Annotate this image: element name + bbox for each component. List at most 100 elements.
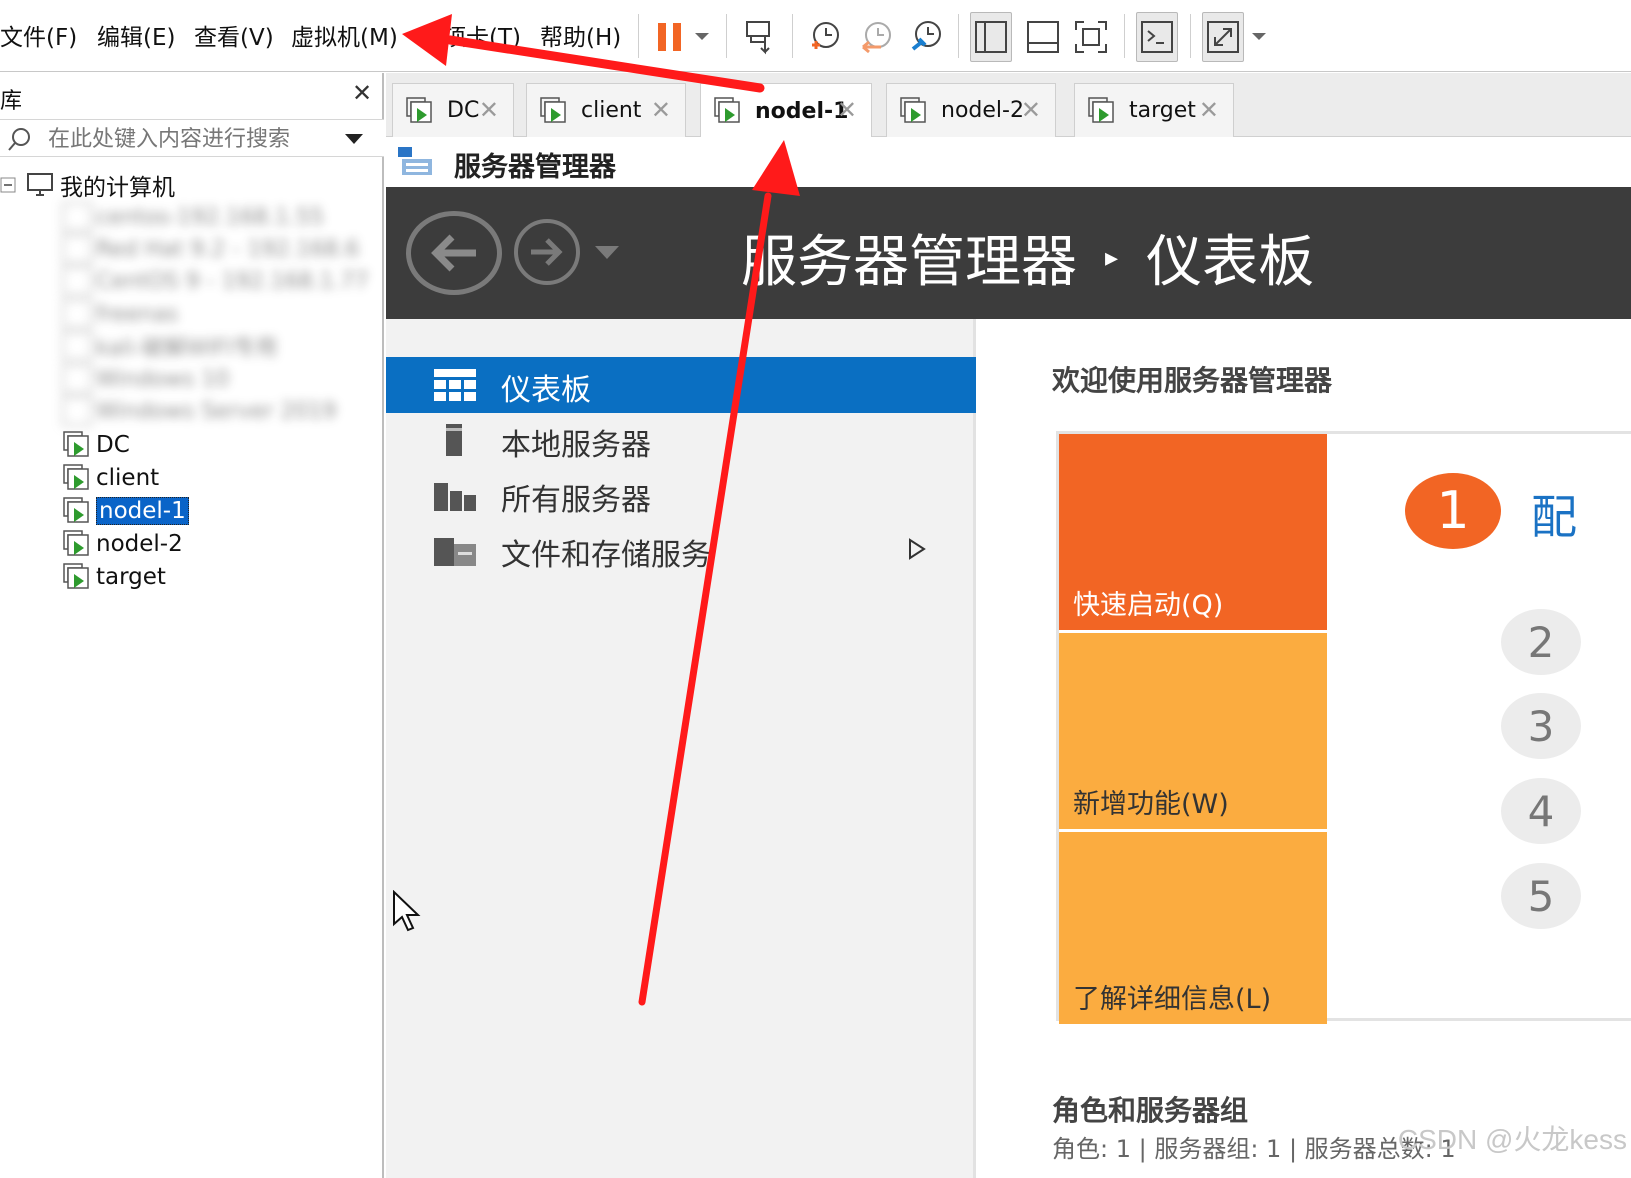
vm-icon	[900, 96, 926, 123]
tile-whats-new[interactable]: 新增功能(W)	[1059, 633, 1327, 829]
vm-icon	[63, 563, 89, 589]
tree-item-blurred[interactable]: Windows Server 2019	[62, 396, 336, 426]
tree-item-client[interactable]: client	[62, 462, 159, 494]
tree-item-blurred[interactable]: CentOS 9 - 192.168.1.77	[62, 266, 369, 296]
search-input[interactable]	[48, 124, 348, 154]
tree-item-blurred[interactable]: Windows 10	[62, 364, 229, 394]
send-ctrl-alt-del-button[interactable]	[738, 12, 782, 62]
view-thumbnail-icon	[1027, 21, 1059, 53]
tree-item-target[interactable]: target	[62, 561, 166, 593]
menu-tabs[interactable]: 选项卡(T)	[420, 18, 521, 52]
tree-item-label: target	[96, 564, 166, 590]
tab-dc[interactable]: DC ✕	[392, 83, 514, 137]
forward-button[interactable]	[514, 219, 580, 285]
menu-view[interactable]: 查看(V)	[194, 18, 274, 52]
step-badge: 3	[1501, 693, 1581, 759]
snapshot-manager-icon	[911, 21, 941, 51]
vm-icon	[63, 497, 89, 523]
stretch-button[interactable]	[1202, 12, 1244, 62]
back-button[interactable]	[406, 211, 502, 295]
heading-page: 仪表板	[1146, 230, 1315, 295]
close-icon[interactable]: ✕	[651, 96, 671, 124]
library-panel: 库 ✕ 我的计算机 centos-192.168.1.55 Red Hat 9.…	[0, 73, 384, 1178]
tree-item-label: DC	[96, 432, 130, 458]
vm-tab-bar: DC ✕ client ✕ nodel-1 ✕ nodel-2 ✕ target…	[386, 73, 1631, 138]
console-icon	[1141, 21, 1173, 53]
tree-item-blurred[interactable]: freenas	[62, 299, 178, 329]
vm-icon	[1088, 96, 1114, 123]
watermark: CSDN @火龙kess	[1397, 1124, 1627, 1155]
window-title: 服务器管理器	[454, 152, 616, 183]
step-badge: 5	[1501, 863, 1581, 929]
collapse-icon[interactable]	[0, 177, 16, 193]
chevron-down-icon[interactable]	[344, 132, 364, 146]
server-manager-icon	[398, 147, 432, 175]
roles-heading: 角色和服务器组	[1052, 1094, 1249, 1127]
tree-item-blurred[interactable]: centos-192.168.1.55	[62, 202, 324, 232]
tab-client[interactable]: client ✕	[526, 83, 686, 137]
nav-file-storage[interactable]: 文件和存储服务	[386, 522, 976, 578]
close-icon[interactable]: ✕	[837, 96, 857, 124]
toolbar-separator	[1124, 14, 1125, 58]
tab-label: target	[1129, 98, 1196, 123]
menu-vm[interactable]: 虚拟机(M)	[291, 18, 398, 52]
arrow-right-icon	[531, 238, 563, 266]
tree-item-blurred[interactable]: Red Hat 9.2 - 192.168.6	[62, 234, 359, 264]
step-1-badge: 1	[1405, 473, 1501, 549]
page-heading: 服务器管理器 ▸ 仪表板	[741, 217, 1314, 298]
tree-item-dc[interactable]: DC	[62, 429, 130, 461]
close-icon[interactable]: ✕	[352, 79, 372, 107]
tree-root[interactable]: 我的计算机	[0, 169, 175, 201]
welcome-heading: 欢迎使用服务器管理器	[1052, 364, 1333, 397]
tab-label: nodel-2	[941, 98, 1024, 123]
menu-help[interactable]: 帮助(H)	[540, 18, 621, 52]
close-icon[interactable]: ✕	[479, 96, 499, 124]
revert-snapshot-button[interactable]	[856, 12, 898, 62]
pause-button[interactable]	[652, 12, 688, 62]
take-snapshot-button[interactable]	[804, 12, 846, 62]
breadcrumb-separator-icon: ▸	[1105, 242, 1119, 273]
tab-nodel-1[interactable]: nodel-1 ✕	[700, 83, 872, 138]
tab-label: client	[581, 98, 642, 123]
tab-target[interactable]: target ✕	[1074, 83, 1234, 137]
snapshot-manager-button[interactable]	[906, 12, 948, 62]
tile-learn-more[interactable]: 了解详细信息(L)	[1059, 832, 1327, 1024]
show-library-button[interactable]	[970, 12, 1012, 62]
toolbar-separator	[1190, 14, 1191, 58]
toolbar-separator	[792, 14, 793, 58]
history-dropdown-icon[interactable]	[594, 245, 620, 261]
servers-icon	[434, 483, 476, 511]
toolbar-separator	[726, 14, 727, 58]
fullscreen-button[interactable]	[1070, 12, 1112, 62]
tree-item-nodel-2[interactable]: nodel-2	[62, 528, 183, 560]
stretch-dropdown[interactable]	[1248, 12, 1270, 62]
power-dropdown[interactable]	[690, 12, 714, 62]
close-icon[interactable]: ✕	[1021, 96, 1041, 124]
nav-local-server[interactable]: 本地服务器	[386, 412, 976, 468]
tree-item-nodel-1[interactable]: nodel-1	[62, 495, 189, 527]
nav-label: 仪表板	[501, 373, 591, 408]
tab-label: DC	[447, 98, 480, 123]
vm-console[interactable]: 服务器管理器 服务器管理器 ▸ 仪表板 仪表板 本地服务器 所有服务器 文件和存…	[386, 137, 1631, 1178]
vm-icon	[406, 96, 432, 123]
dropdown-arrow-icon	[1252, 33, 1266, 40]
chevron-right-icon[interactable]	[908, 538, 926, 560]
step-1-link[interactable]: 配	[1531, 481, 1577, 547]
roles-summary: 角色: 1 | 服务器组: 1 | 服务器总数: 1	[1052, 1135, 1456, 1163]
tree-item-label-selected: nodel-1	[96, 497, 189, 525]
tree-item-blurred[interactable]: kali-破解WIFI专用	[62, 331, 277, 361]
thumbnail-bar-button[interactable]	[1022, 12, 1064, 62]
close-icon[interactable]: ✕	[1199, 96, 1219, 124]
tab-label: nodel-1	[755, 98, 849, 124]
menu-file[interactable]: 文件(F)	[0, 18, 77, 52]
nav-dashboard[interactable]: 仪表板	[386, 357, 976, 413]
nav-label: 本地服务器	[501, 428, 651, 463]
tile-quick-start[interactable]: 快速启动(Q)	[1059, 434, 1327, 630]
pause-icon	[658, 23, 681, 51]
tab-nodel-2[interactable]: nodel-2 ✕	[886, 83, 1056, 137]
menu-edit[interactable]: 编辑(E)	[97, 18, 175, 52]
console-view-button[interactable]	[1136, 12, 1178, 62]
dropdown-arrow-icon	[695, 33, 709, 40]
server-manager-titlebar: 服务器管理器	[386, 137, 1631, 187]
nav-all-servers[interactable]: 所有服务器	[386, 467, 976, 523]
